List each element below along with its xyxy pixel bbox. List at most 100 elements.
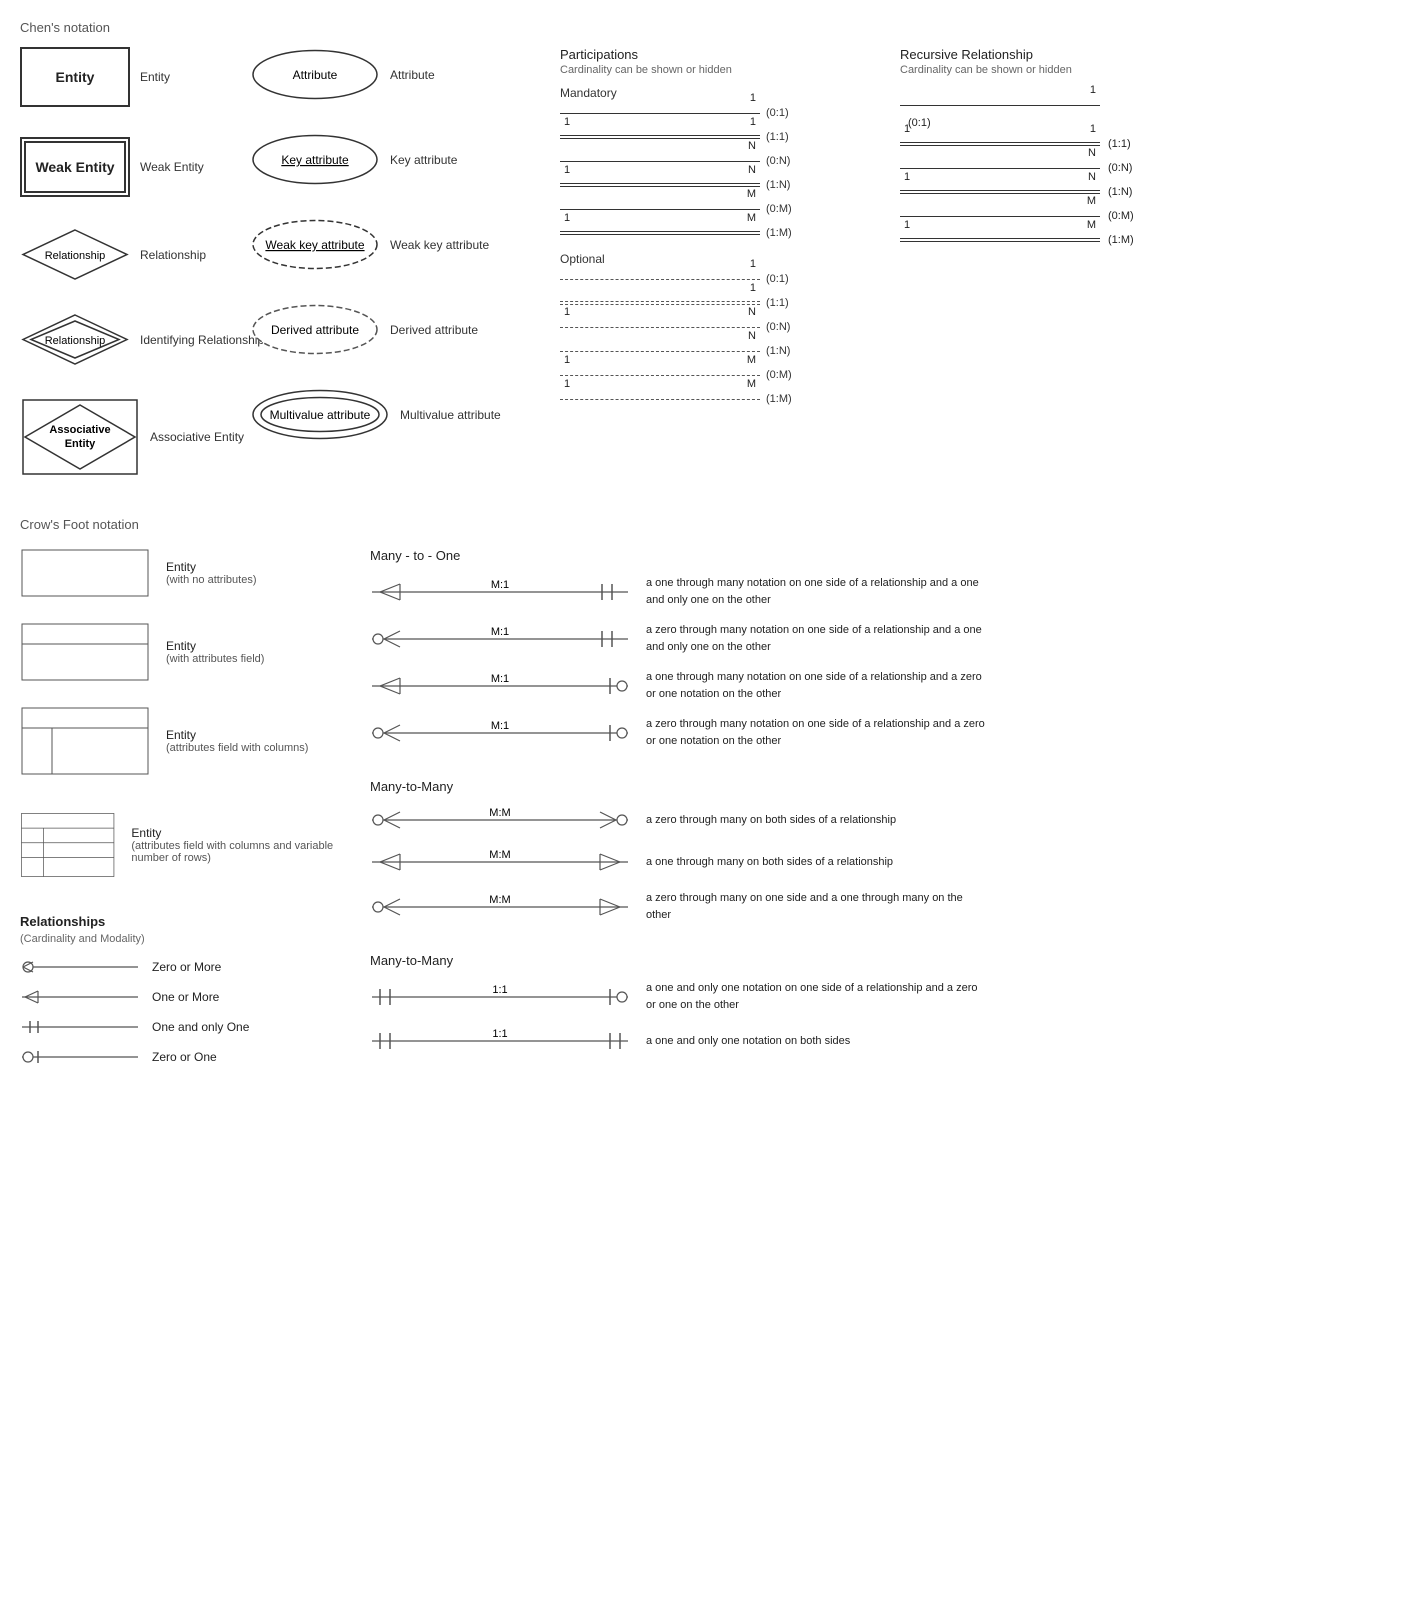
many-to-one-section: Many - to - One [370,548,1384,749]
weak-entity-desc: Weak Entity [140,160,204,174]
attribute-desc: Attribute [390,68,435,82]
rels-subtitle: (Cardinality and Modality) [20,933,340,945]
part-row-1M: 1 M (1:M) [560,224,880,242]
chens-notation-section: Chen's notation Entity Entity Weak Entit… [20,20,1384,477]
part-row-11: 1 1 (1:1) [560,128,880,146]
part-line-1M: 1 M [560,224,760,242]
svg-text:M:1: M:1 [491,720,509,732]
many-to-many-section: Many-to-Many [370,779,1384,923]
crows-title: Crow's Foot notation [20,517,1384,532]
optional-label: Optional [560,252,880,266]
multivalue-attr-shape: Multivalue attribute [250,387,390,442]
11-row-1-desc: a one and only one notation on one side … [646,980,986,1013]
mm-row-2-desc: a one through many on both sides of a re… [646,856,893,868]
crows-entity-4: Entity (attributes field with columns an… [20,800,340,890]
svg-text:M:M: M:M [489,849,510,861]
svg-text:Multivalue attribute: Multivalue attribute [270,408,371,422]
multivalue-attr-desc: Multivalue attribute [400,408,501,422]
11-row-1: 1:1 a one and only one notation on one s… [370,980,1384,1013]
svg-text:M:M: M:M [489,894,510,906]
rel-zero-one-label: Zero or One [152,1050,217,1064]
identifying-rel-item: Relationship Identifying Relationship [20,312,220,367]
part-row-0N: N (0:N) [560,152,880,170]
recursive-title: Recursive Relationship [900,47,1220,62]
entity-label: Entity [56,69,95,85]
participations-subtitle: Cardinality can be shown or hidden [560,64,880,76]
rec-row-11: 1 1 (1:1) [900,135,1220,153]
part-row-01: 1 (0:1) [560,104,880,122]
derived-attr-item: Derived attribute Derived attribute [250,302,530,357]
relationship-desc: Relationship [140,248,206,262]
part-line-0M: M [560,200,760,218]
mm-row-2: M:M a one through many on both sides of … [370,848,1384,876]
weak-entity-label: Weak Entity [35,159,114,175]
crows-right-area: Many - to - One [370,548,1384,1075]
svg-text:Relationship: Relationship [45,335,106,347]
recursive-column: Recursive Relationship Cardinality can b… [900,47,1220,477]
rec-row-0M: M (0:M) [900,207,1220,225]
weak-entity-shape: Weak Entity [20,137,130,197]
svg-text:M:1: M:1 [491,673,509,685]
svg-text:Associative: Associative [49,424,110,436]
svg-text:Key attribute: Key attribute [281,153,349,167]
chens-shapes-column: Entity Entity Weak Entity Weak Entity Re… [20,47,220,477]
part-line-0N: N [560,152,760,170]
svg-text:1:1: 1:1 [492,1028,507,1040]
crows-entity-4-sub: (attributes field with columns and varia… [131,840,340,864]
mm-row-3: M:M a zero through many on one side and … [370,890,1384,923]
key-attribute-shape: Key attribute [250,132,380,187]
part-line-1N: 1 N [560,176,760,194]
part-line-11: 1 1 [560,128,760,146]
rel-zero-or-more: Zero or More [20,957,340,977]
mm-row-1: M:M a zero through many on both sides of… [370,806,1384,834]
relationships-legend: Relationships (Cardinality and Modality)… [20,914,340,1067]
rec-row-0N: N (0:N) [900,159,1220,177]
mm-row-3-desc: a zero through many on one side and a on… [646,890,986,923]
m1-row-4-desc: a zero through many notation on one side… [646,716,986,749]
participations-title: Participations [560,47,880,62]
m1-row-1: M:1 a one through many notation on one s… [370,575,1384,608]
svg-text:1:1: 1:1 [492,984,507,996]
rel-one-more-label: One or More [152,990,219,1004]
crows-entity-1-label: Entity [166,560,256,574]
rel-one-only-label: One and only One [152,1020,249,1034]
crows-entity-4-label: Entity [131,826,340,840]
opt-row-11: 1 (1:1) [560,294,880,312]
svg-text:Attribute: Attribute [293,68,338,82]
key-attribute-item: Key attribute Key attribute [250,132,530,187]
crows-entity-2-label: Entity [166,639,264,653]
entity-desc: Entity [140,70,170,84]
crows-entity-2-sub: (with attributes field) [166,653,264,665]
attribute-shape: Attribute [250,47,380,102]
entity-item: Entity Entity [20,47,220,107]
identifying-rel-desc: Identifying Relationship [140,333,264,347]
crows-notation-section: Crow's Foot notation Entity (with no att… [20,517,1384,1077]
crows-entity-1-sub: (with no attributes) [166,574,256,586]
rec-row-01: 1 (0:1) [900,96,1220,129]
part-row-1N: 1 N (1:N) [560,176,880,194]
m1-row-2-desc: a zero through many notation on one side… [646,622,986,655]
assoc-entity-shape: Associative Entity [20,397,140,477]
crows-entity-3: Entity (attributes field with columns) [20,706,340,776]
crows-entity-2: Entity (with attributes field) [20,622,340,682]
m1-row-3: M:1 a one through many notation on one s… [370,669,1384,702]
chens-attributes-column: Attribute Attribute Key attribute Key at… [250,47,530,477]
rels-title: Relationships [20,914,340,929]
svg-text:Weak key attribute: Weak key attribute [265,238,364,252]
rel-zero-more-label: Zero or More [152,960,221,974]
opt-row-1N: N (1:N) [560,342,880,360]
m1-row-4: M:1 a zero through many notation on one … [370,716,1384,749]
crows-entity-3-label: Entity [166,728,308,742]
participations-column: Participations Cardinality can be shown … [560,47,880,477]
one-to-one-title: Many-to-Many [370,953,1384,968]
svg-text:M:1: M:1 [491,579,509,591]
weak-key-attr-shape: Weak key attribute [250,217,380,272]
rec-row-1N: 1 N (1:N) [900,183,1220,201]
svg-text:M:M: M:M [489,807,510,819]
svg-text:Relationship: Relationship [45,250,106,262]
relationship-shape: Relationship [20,227,130,282]
recursive-subtitle: Cardinality can be shown or hidden [900,64,1220,76]
weak-entity-item: Weak Entity Weak Entity [20,137,220,197]
11-row-2-desc: a one and only one notation on both side… [646,1035,850,1047]
m1-row-3-desc: a one through many notation on one side … [646,669,986,702]
